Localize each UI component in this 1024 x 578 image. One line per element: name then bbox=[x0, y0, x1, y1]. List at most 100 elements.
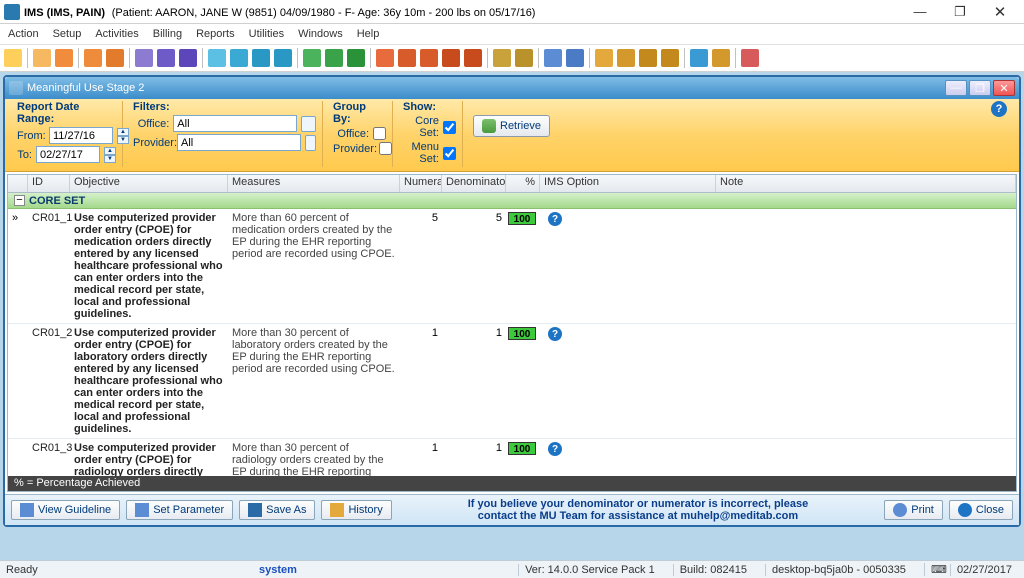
provider-lookup-icon[interactable] bbox=[305, 135, 316, 151]
history-icon bbox=[330, 503, 344, 517]
menu-reports[interactable]: Reports bbox=[196, 28, 235, 40]
toolbar-icon[interactable] bbox=[712, 49, 730, 67]
status-keyboard-icon: ⌨ bbox=[924, 563, 938, 576]
row-help-icon[interactable]: ? bbox=[548, 442, 562, 456]
toolbar-icon[interactable] bbox=[55, 49, 73, 67]
set-parameter-button[interactable]: Set Parameter bbox=[126, 500, 233, 520]
menu-windows[interactable]: Windows bbox=[298, 28, 343, 40]
toolbar-icon[interactable] bbox=[464, 49, 482, 67]
status-ready: Ready bbox=[6, 564, 38, 576]
toolbar-icon[interactable] bbox=[33, 49, 51, 67]
toolbar-icon[interactable] bbox=[325, 49, 343, 67]
toolbar-icon[interactable] bbox=[398, 49, 416, 67]
to-date-input[interactable] bbox=[36, 146, 100, 163]
group-provider-label: Provider: bbox=[333, 143, 375, 155]
window-close-button[interactable]: ✕ bbox=[980, 2, 1020, 22]
bottom-bar: View Guideline Set Parameter Save As His… bbox=[5, 494, 1019, 525]
from-label: From: bbox=[17, 130, 45, 142]
save-as-button[interactable]: Save As bbox=[239, 500, 315, 520]
table-row[interactable]: »CR01_1Use computerized provider order e… bbox=[8, 209, 1016, 324]
office-lookup-icon[interactable] bbox=[301, 116, 316, 132]
group-provider-checkbox[interactable] bbox=[379, 142, 392, 155]
col-pct[interactable]: % bbox=[506, 175, 540, 192]
row-help-icon[interactable]: ? bbox=[548, 327, 562, 341]
toolbar-icon[interactable] bbox=[515, 49, 533, 67]
col-ims-option[interactable]: IMS Option bbox=[540, 175, 716, 192]
toolbar-icon[interactable] bbox=[442, 49, 460, 67]
app-title: IMS (IMS, PAIN) bbox=[24, 7, 105, 19]
child-minimize-button[interactable]: — bbox=[945, 80, 967, 96]
row-objective: Use computerized provider order entry (C… bbox=[70, 442, 228, 476]
toolbar-icon[interactable] bbox=[347, 49, 365, 67]
coreset-checkbox[interactable] bbox=[443, 121, 456, 134]
menu-setup[interactable]: Setup bbox=[53, 28, 82, 40]
col-note[interactable]: Note bbox=[716, 175, 1016, 192]
row-objective: Use computerized provider order entry (C… bbox=[70, 327, 228, 435]
menu-help[interactable]: Help bbox=[357, 28, 380, 40]
close-button[interactable]: Close bbox=[949, 500, 1013, 520]
results-grid: ID Objective Measures Numerator Denomina… bbox=[7, 174, 1017, 492]
col-numerator[interactable]: Numerator bbox=[400, 175, 442, 192]
view-guideline-button[interactable]: View Guideline bbox=[11, 500, 120, 520]
window-maximize-button[interactable]: ❐ bbox=[940, 2, 980, 22]
toolbar-icon[interactable] bbox=[639, 49, 657, 67]
office-input[interactable] bbox=[173, 115, 297, 132]
filter-bar: Report Date Range: From: ▲▼ To: ▲▼ Filte… bbox=[5, 99, 1019, 172]
print-button[interactable]: Print bbox=[884, 500, 943, 520]
toolbar-icon[interactable] bbox=[566, 49, 584, 67]
close-icon bbox=[958, 503, 972, 517]
table-row[interactable]: CR01_3Use computerized provider order en… bbox=[8, 439, 1016, 476]
to-date-spinner[interactable]: ▲▼ bbox=[104, 147, 116, 163]
toolbar-icon[interactable] bbox=[420, 49, 438, 67]
toolbar-exit-icon[interactable] bbox=[741, 49, 759, 67]
row-numerator: 1 bbox=[400, 327, 442, 435]
toolbar-icon[interactable] bbox=[135, 49, 153, 67]
col-objective[interactable]: Objective bbox=[70, 175, 228, 192]
table-row[interactable]: CR01_2Use computerized provider order en… bbox=[8, 324, 1016, 439]
grid-body[interactable]: − CORE SET »CR01_1Use computerized provi… bbox=[8, 193, 1016, 476]
col-measures[interactable]: Measures bbox=[228, 175, 400, 192]
toolbar-icon[interactable] bbox=[303, 49, 321, 67]
menu-action[interactable]: Action bbox=[8, 28, 39, 40]
toolbar-icon[interactable] bbox=[179, 49, 197, 67]
toolbar-icon[interactable] bbox=[595, 49, 613, 67]
menu-billing[interactable]: Billing bbox=[153, 28, 182, 40]
toolbar-icon[interactable] bbox=[4, 49, 22, 67]
child-close-button[interactable]: ✕ bbox=[993, 80, 1015, 96]
col-id[interactable]: ID bbox=[28, 175, 70, 192]
toolbar-icon[interactable] bbox=[84, 49, 102, 67]
toolbar-icon[interactable] bbox=[376, 49, 394, 67]
toolbar-icon[interactable] bbox=[208, 49, 226, 67]
toolbar-icon[interactable] bbox=[274, 49, 292, 67]
toolbar-icon[interactable] bbox=[661, 49, 679, 67]
collapse-icon[interactable]: − bbox=[14, 195, 25, 206]
menuset-checkbox[interactable] bbox=[443, 147, 456, 160]
retrieve-button[interactable]: Retrieve bbox=[473, 115, 550, 137]
toolbar-icon[interactable] bbox=[157, 49, 175, 67]
col-denominator[interactable]: Denominator bbox=[442, 175, 506, 192]
menu-activities[interactable]: Activities bbox=[95, 28, 138, 40]
toolbar-icon[interactable] bbox=[544, 49, 562, 67]
from-date-input[interactable] bbox=[49, 127, 113, 144]
group-office-checkbox[interactable] bbox=[373, 127, 386, 140]
row-note bbox=[716, 212, 1016, 320]
child-window-icon bbox=[9, 81, 23, 95]
toolbar-icon[interactable] bbox=[252, 49, 270, 67]
toolbar-icon[interactable] bbox=[230, 49, 248, 67]
child-maximize-button[interactable]: ❐ bbox=[969, 80, 991, 96]
grid-header: ID Objective Measures Numerator Denomina… bbox=[8, 175, 1016, 193]
provider-label: Provider: bbox=[133, 137, 173, 149]
menu-utilities[interactable]: Utilities bbox=[249, 28, 284, 40]
group-header-row[interactable]: − CORE SET bbox=[8, 193, 1016, 209]
history-button[interactable]: History bbox=[321, 500, 391, 520]
row-id: CR01_1 bbox=[28, 212, 70, 320]
help-icon[interactable]: ? bbox=[991, 101, 1007, 117]
toolbar-icon[interactable] bbox=[617, 49, 635, 67]
row-help-icon[interactable]: ? bbox=[548, 212, 562, 226]
provider-input[interactable] bbox=[177, 134, 301, 151]
toolbar-icon[interactable] bbox=[106, 49, 124, 67]
window-minimize-button[interactable]: — bbox=[900, 2, 940, 22]
status-build: Build: 082415 bbox=[673, 564, 753, 576]
toolbar-icon[interactable] bbox=[493, 49, 511, 67]
toolbar-help-icon[interactable] bbox=[690, 49, 708, 67]
